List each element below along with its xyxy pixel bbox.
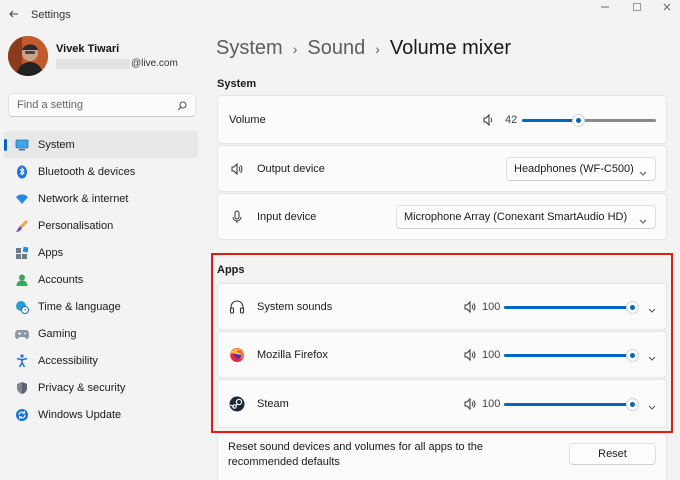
brush-icon — [14, 218, 30, 234]
search-input[interactable]: Find a setting — [8, 93, 196, 117]
apps-highlight-box — [211, 253, 673, 433]
profile-name: Vivek Tiwari — [56, 43, 120, 55]
sidebar-item-bluetooth[interactable]: Bluetooth & devices — [4, 158, 198, 185]
sidebar-item-apps[interactable]: Apps — [4, 239, 198, 266]
email-domain: @live.com — [131, 58, 178, 69]
sidebar-item-label: Windows Update — [38, 408, 122, 421]
output-device-selected: Headphones (WF-C500) — [514, 163, 634, 175]
close-icon[interactable] — [652, 2, 680, 16]
sidebar-item-label: Accounts — [38, 273, 84, 286]
back-arrow-icon[interactable] — [6, 8, 22, 24]
input-device-label: Input device — [257, 211, 317, 223]
output-device-label: Output device — [257, 163, 325, 175]
sidebar-item-label: Network & internet — [38, 192, 129, 205]
sidebar-item-network[interactable]: Network & internet — [4, 185, 198, 212]
volume-card: Volume 42 — [217, 95, 667, 144]
input-device-selected: Microphone Array (Conexant SmartAudio HD… — [404, 211, 628, 223]
accessibility-icon — [14, 353, 30, 369]
bluetooth-icon — [14, 164, 30, 180]
search-icon[interactable] — [176, 99, 188, 111]
sidebar-item-time-language[interactable]: Time & language — [4, 293, 198, 320]
volume-value: 42 — [505, 114, 518, 126]
sidebar-item-personalisation[interactable]: Personalisation — [4, 212, 198, 239]
sidebar-item-system[interactable]: System — [4, 131, 198, 158]
system-section-title: System — [217, 78, 257, 90]
minimize-icon[interactable] — [590, 2, 620, 16]
chevron-down-icon — [638, 165, 648, 176]
title-bar: Settings — [0, 0, 680, 32]
maximize-icon[interactable] — [622, 2, 652, 16]
system-icon — [14, 137, 30, 153]
breadcrumb-system[interactable]: System — [216, 37, 283, 60]
sidebar-item-windows-update[interactable]: Windows Update — [4, 401, 198, 428]
page-title: Volume mixer — [389, 37, 512, 59]
accounts-icon — [14, 272, 30, 288]
input-device-dropdown[interactable]: Microphone Array (Conexant SmartAudio HD… — [396, 205, 656, 229]
sidebar-item-privacy-security[interactable]: Privacy & security — [4, 374, 198, 401]
email-redaction — [56, 58, 130, 69]
sidebar-item-label: System — [38, 138, 75, 151]
sidebar-item-label: Bluetooth & devices — [38, 165, 136, 178]
volume-slider[interactable] — [522, 114, 656, 127]
search-placeholder: Find a setting — [17, 99, 84, 111]
update-icon — [14, 407, 30, 423]
sidebar-item-accessibility[interactable]: Accessibility — [4, 347, 198, 374]
breadcrumb: System › Sound › Volume mixer — [216, 37, 511, 60]
sidebar-item-label: Gaming — [38, 327, 77, 340]
microphone-icon — [230, 210, 244, 224]
network-icon — [14, 191, 30, 207]
breadcrumb-separator: › — [375, 40, 380, 57]
reset-description: Reset sound devices and volumes for all … — [228, 441, 483, 468]
output-device-card: Output device Headphones (WF-C500) — [217, 145, 667, 192]
volume-slider-thumb[interactable] — [572, 114, 585, 127]
gamepad-icon — [14, 326, 30, 342]
volume-slider-fill — [522, 119, 578, 122]
chevron-down-icon — [638, 213, 648, 224]
reset-button[interactable]: Reset — [569, 443, 656, 465]
speaker-icon — [230, 162, 244, 176]
sidebar-item-label: Accessibility — [38, 354, 98, 367]
output-device-dropdown[interactable]: Headphones (WF-C500) — [506, 157, 656, 181]
shield-icon — [14, 380, 30, 396]
apps-icon — [14, 245, 30, 261]
sidebar-nav: System Bluetooth & devices Network & int… — [4, 131, 198, 428]
breadcrumb-sound[interactable]: Sound — [307, 37, 365, 60]
sidebar-item-label: Privacy & security — [38, 381, 126, 394]
window-title: Settings — [31, 9, 71, 21]
speaker-icon[interactable] — [482, 113, 496, 127]
sidebar-item-label: Personalisation — [38, 219, 114, 232]
sidebar-item-gaming[interactable]: Gaming — [4, 320, 198, 347]
profile-email: @live.com — [56, 58, 178, 69]
breadcrumb-separator: › — [292, 40, 298, 57]
volume-label: Volume — [229, 114, 266, 126]
avatar[interactable] — [8, 36, 48, 76]
sidebar-item-label: Apps — [38, 246, 64, 259]
sidebar-item-accounts[interactable]: Accounts — [4, 266, 198, 293]
input-device-card: Input device Microphone Array (Conexant … — [217, 193, 667, 240]
globe-clock-icon — [14, 299, 30, 315]
sidebar-item-label: Time & language — [38, 300, 121, 313]
